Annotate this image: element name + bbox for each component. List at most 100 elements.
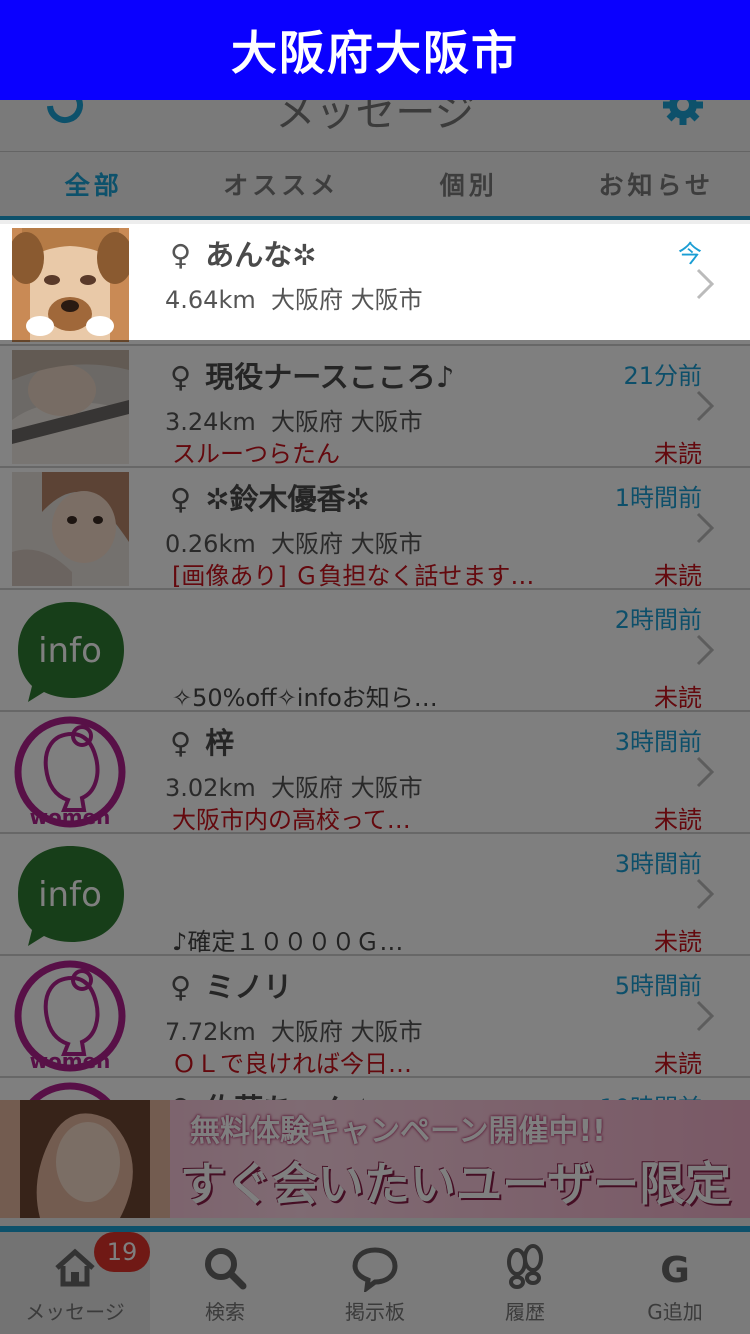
unread-badge: 未読 — [654, 806, 702, 834]
sender-name: ♀ 梓 — [170, 720, 234, 762]
bottom-tab-bar: 19 メッセージ 検索 掲示板 履歴 G G追加 — [0, 1226, 750, 1334]
sender-name: ♀ ミノリ — [170, 964, 292, 1006]
chevron-right-icon — [696, 512, 714, 544]
chevron-right-icon — [696, 756, 714, 788]
sender-name: ♀ ✲鈴木優香✲ — [170, 476, 370, 518]
chat-bubble-icon — [352, 1247, 398, 1292]
sender-name-text: ミノリ — [205, 970, 293, 1004]
avatar-women: women — [12, 716, 129, 830]
unread-count-badge: 19 — [94, 1232, 150, 1272]
chevron-right-icon — [696, 1000, 714, 1032]
message-preview: スルーつらたん — [172, 440, 340, 468]
message-time: 今 — [678, 240, 702, 268]
ad-line-2: すぐ会いたいユーザー限定 — [180, 1157, 732, 1211]
location-text: 大阪府 大阪市 — [270, 530, 423, 558]
message-time: 1時間前 — [614, 484, 702, 512]
sender-name-text: ✲鈴木優香✲ — [205, 482, 370, 516]
message-row[interactable]: ♀ 現役ナースこころ♪ 3.24km 大阪府 大阪市 スルーつらたん 21分前 未… — [0, 346, 750, 468]
chevron-right-icon — [696, 390, 714, 422]
distance-text: 4.64km — [165, 286, 256, 314]
tabbar-label: 検索 — [205, 1300, 245, 1324]
ad-model-photo — [0, 1100, 170, 1218]
message-time: 5時間前 — [614, 972, 702, 1000]
message-row[interactable]: women ♀ 梓 3.02km 大阪府 大阪市 大阪市内の高校って… 3時間前 … — [0, 712, 750, 834]
location-text: 大阪府 大阪市 — [270, 408, 423, 436]
tabbar-label: 掲示板 — [345, 1300, 405, 1324]
chevron-right-icon — [696, 634, 714, 666]
avatar-photo — [12, 350, 129, 464]
message-time: 3時間前 — [614, 728, 702, 756]
filter-tabs: 全部 オススメ 個別 お知らせ — [0, 152, 750, 220]
sender-name: ♀ あんな✲ — [170, 232, 317, 274]
footprints-icon — [507, 1244, 543, 1289]
location-text: 大阪府 大阪市 — [270, 1018, 423, 1046]
women-avatar-label: women — [30, 805, 111, 829]
female-icon: ♀ — [170, 238, 192, 272]
message-row[interactable]: info ♪確定１００００Ｇ… 3時間前 未読 — [0, 834, 750, 956]
tab-recommended[interactable]: オススメ — [188, 152, 376, 216]
unread-badge: 未読 — [654, 440, 702, 468]
sender-distance: 7.72km 大阪府 大阪市 — [165, 1012, 423, 1047]
chevron-right-icon — [696, 878, 714, 910]
female-icon: ♀ — [170, 482, 192, 516]
tabbar-label: G追加 — [647, 1300, 703, 1324]
tab-notices[interactable]: お知らせ — [563, 152, 750, 216]
female-icon: ♀ — [170, 726, 192, 760]
info-avatar-label: info — [38, 875, 102, 915]
sender-name-text: あんな✲ — [205, 238, 317, 272]
unread-badge: 未読 — [654, 928, 702, 956]
message-row[interactable]: ♀ ✲鈴木優香✲ 0.26km 大阪府 大阪市 [画像あり] Ｇ負担なく話せます…… — [0, 468, 750, 590]
search-icon — [205, 1248, 247, 1290]
message-row[interactable]: info ✧50%off✧infoお知ら… 2時間前 未読 — [0, 590, 750, 712]
ad-banner[interactable]: 無料体験キャンペーン開催中!! すぐ会いたいユーザー限定 — [0, 1100, 750, 1218]
sender-distance: 3.24km 大阪府 大阪市 — [165, 402, 423, 437]
info-avatar-label: info — [38, 631, 102, 671]
location-text: 大阪府 大阪市 — [270, 774, 423, 802]
tabbar-messages[interactable]: 19 メッセージ — [0, 1232, 150, 1334]
avatar-photo — [12, 228, 129, 342]
home-icon — [55, 1248, 95, 1287]
tabbar-search[interactable]: 検索 — [150, 1232, 300, 1334]
avatar-info: info — [12, 594, 129, 708]
message-time: 21分前 — [623, 362, 702, 390]
distance-text: 3.24km — [165, 408, 256, 436]
message-time: 3時間前 — [614, 850, 702, 878]
svg-text:G: G — [660, 1250, 690, 1291]
avatar-women: women — [12, 960, 129, 1074]
chevron-right-icon — [696, 268, 714, 300]
avatar-info: info — [12, 838, 129, 952]
location-banner-text: 大阪府大阪市 — [231, 26, 519, 80]
distance-text: 7.72km — [165, 1018, 256, 1046]
tabbar-label: 履歴 — [505, 1300, 545, 1324]
unread-badge: 未読 — [654, 562, 702, 590]
location-banner: 大阪府大阪市 — [0, 0, 750, 100]
message-row[interactable]: women ♀ ミノリ 7.72km 大阪府 大阪市 ＯＬで良ければ今日… 5時間… — [0, 956, 750, 1078]
message-row[interactable]: ♀ あんな✲ 4.64km 大阪府 大阪市 今 — [0, 224, 750, 346]
sender-name: ♀ 現役ナースこころ♪ — [170, 354, 454, 396]
female-icon: ♀ — [170, 360, 192, 394]
ad-line-1: 無料体験キャンペーン開催中!! — [190, 1114, 606, 1149]
sender-distance: 4.64km 大阪府 大阪市 — [165, 280, 423, 315]
sender-distance: 3.02km 大阪府 大阪市 — [165, 768, 423, 803]
tabbar-history[interactable]: 履歴 — [450, 1232, 600, 1334]
tab-all[interactable]: 全部 — [0, 152, 188, 216]
sender-name-text: 現役ナースこころ♪ — [205, 360, 455, 394]
message-list: ♀ あんな✲ 4.64km 大阪府 大阪市 今 ♀ 現役ナースこころ♪ 3.24km… — [0, 224, 750, 1200]
sender-distance: 0.26km 大阪府 大阪市 — [165, 524, 423, 559]
unread-badge: 未読 — [654, 1050, 702, 1078]
distance-text: 3.02km — [165, 774, 256, 802]
tabbar-label: メッセージ — [25, 1300, 125, 1324]
message-preview: [画像あり] Ｇ負担なく話せます… — [172, 562, 535, 590]
message-preview: ✧50%off✧infoお知ら… — [172, 684, 438, 712]
message-preview: ♪確定１００００Ｇ… — [172, 928, 404, 956]
tab-individual[interactable]: 個別 — [375, 152, 563, 216]
distance-text: 0.26km — [165, 530, 256, 558]
women-avatar-label: women — [30, 1049, 111, 1073]
sender-name-text: 梓 — [205, 726, 235, 760]
tabbar-board[interactable]: 掲示板 — [300, 1232, 450, 1334]
tabbar-add-g[interactable]: G G追加 — [600, 1232, 750, 1334]
message-preview: ＯＬで良ければ今日… — [172, 1050, 412, 1078]
avatar-photo — [12, 472, 129, 586]
location-text: 大阪府 大阪市 — [270, 286, 423, 314]
female-icon: ♀ — [170, 970, 192, 1004]
